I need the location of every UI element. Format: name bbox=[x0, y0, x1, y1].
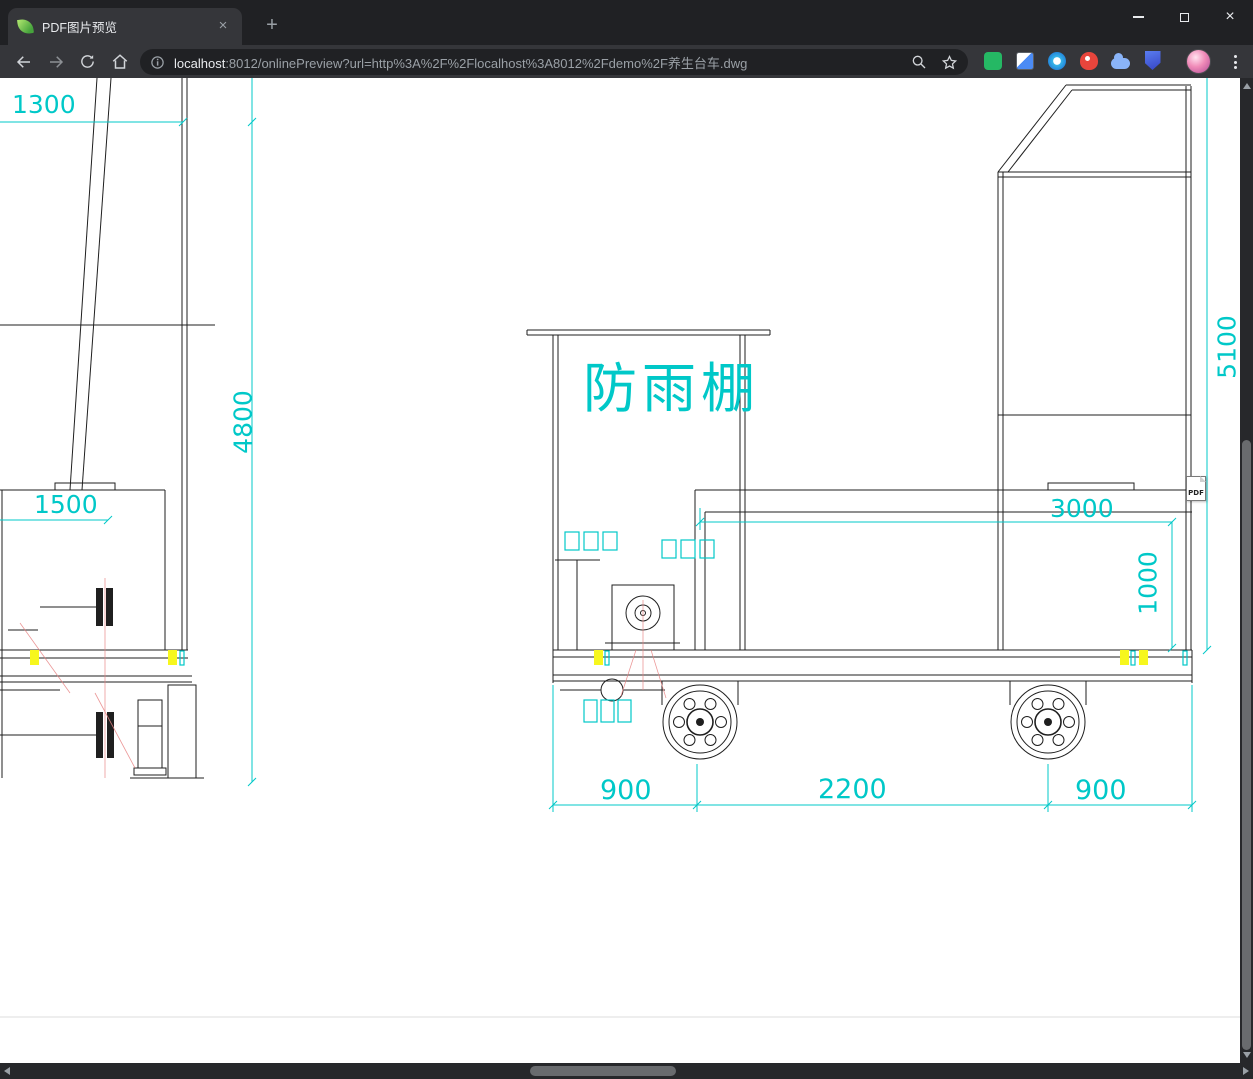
horizontal-scrollbar-thumb[interactable] bbox=[530, 1066, 676, 1076]
address-bar[interactable]: localhost:8012/onlinePreview?url=http%3A… bbox=[140, 49, 968, 75]
site-info-icon[interactable] bbox=[150, 55, 165, 70]
new-tab-button[interactable]: + bbox=[258, 12, 286, 40]
extension-icon-6[interactable] bbox=[1142, 50, 1163, 71]
leaf-favicon-icon bbox=[17, 18, 34, 35]
cad-centerlines bbox=[19, 578, 667, 778]
rain-shelter-label: 防雨棚 bbox=[583, 357, 760, 420]
home-icon bbox=[112, 53, 127, 69]
cad-filled-parts bbox=[96, 588, 1052, 758]
dim-label-3000: 3000 bbox=[1050, 494, 1114, 523]
dim-label-900-right: 900 bbox=[1075, 775, 1127, 806]
browser-menu-button[interactable] bbox=[1222, 49, 1248, 75]
menu-dot-icon bbox=[1233, 55, 1237, 58]
cad-left-view bbox=[0, 78, 215, 779]
vertical-scrollbar[interactable] bbox=[1240, 78, 1253, 1063]
back-button[interactable] bbox=[10, 48, 37, 75]
cloud-extension-icon bbox=[1111, 52, 1130, 69]
extension-icon-5[interactable] bbox=[1110, 50, 1131, 71]
browser-toolbar: localhost:8012/onlinePreview?url=http%3A… bbox=[0, 45, 1253, 78]
home-button[interactable] bbox=[106, 48, 133, 75]
browser-titlebar: PDF图片预览 × + × bbox=[0, 0, 1253, 45]
zoom-icon[interactable] bbox=[911, 54, 927, 70]
dim-label-2200: 2200 bbox=[818, 774, 887, 805]
shield-extension-icon bbox=[1144, 51, 1161, 70]
forward-arrow-icon bbox=[49, 55, 63, 68]
window-controls: × bbox=[1115, 0, 1253, 34]
reload-button[interactable] bbox=[74, 48, 101, 75]
page-content: 1300 4800 1500 5100 3000 1000 900 2200 9… bbox=[0, 78, 1240, 1063]
cad-drawing bbox=[0, 78, 1240, 1018]
scroll-up-arrow-icon[interactable] bbox=[1243, 83, 1251, 89]
minimize-button[interactable] bbox=[1115, 0, 1161, 34]
extension-icon-3[interactable] bbox=[1046, 50, 1067, 71]
forward-button[interactable] bbox=[42, 48, 69, 75]
dim-label-1500: 1500 bbox=[34, 490, 98, 519]
browser-tab[interactable]: PDF图片预览 × bbox=[8, 8, 242, 45]
menu-dot-icon bbox=[1233, 60, 1237, 64]
dim-label-1000: 1000 bbox=[1133, 551, 1163, 615]
scroll-left-arrow-icon[interactable] bbox=[4, 1067, 10, 1075]
scroll-right-arrow-icon[interactable] bbox=[1243, 1067, 1249, 1075]
horizontal-scrollbar[interactable] bbox=[0, 1063, 1253, 1079]
profile-avatar[interactable] bbox=[1186, 49, 1211, 74]
tab-title: PDF图片预览 bbox=[42, 21, 118, 35]
dim-label-1300: 1300 bbox=[12, 90, 76, 119]
bookmark-star-icon[interactable] bbox=[941, 54, 958, 71]
ring-extension-icon bbox=[1047, 51, 1066, 70]
url-host: localhost bbox=[174, 55, 226, 71]
extension-icon-1[interactable] bbox=[982, 50, 1003, 71]
extension-icon-4[interactable] bbox=[1078, 50, 1099, 71]
maximize-button[interactable] bbox=[1161, 0, 1207, 34]
back-arrow-icon bbox=[16, 55, 30, 68]
tab-close-icon[interactable]: × bbox=[214, 18, 232, 36]
dim-label-5100: 5100 bbox=[1212, 315, 1241, 379]
scroll-down-arrow-icon[interactable] bbox=[1243, 1052, 1251, 1058]
maximize-icon bbox=[1179, 12, 1189, 22]
pdf-badge-text: PDF bbox=[1188, 489, 1204, 497]
close-icon: × bbox=[1225, 8, 1235, 25]
translate-extension-icon bbox=[1015, 51, 1034, 70]
url-text: localhost:8012/onlinePreview?url=http%3A… bbox=[174, 53, 905, 72]
extension-icon-2[interactable] bbox=[1014, 50, 1035, 71]
extension-icons bbox=[982, 50, 1163, 71]
dim-label-4800: 4800 bbox=[228, 390, 258, 454]
dim-label-900-left: 900 bbox=[600, 775, 652, 806]
close-window-button[interactable]: × bbox=[1207, 0, 1253, 34]
minimize-icon bbox=[1132, 16, 1144, 18]
url-path: :8012/onlinePreview?url=http%3A%2F%2Floc… bbox=[225, 55, 748, 71]
green-extension-icon bbox=[983, 51, 1002, 70]
menu-dot-icon bbox=[1233, 66, 1237, 69]
red-extension-icon bbox=[1079, 51, 1098, 70]
reload-icon bbox=[81, 55, 94, 68]
vertical-scrollbar-thumb[interactable] bbox=[1242, 440, 1251, 1050]
pdf-file-icon[interactable]: PDF bbox=[1186, 476, 1206, 501]
cad-wheels bbox=[662, 684, 1086, 760]
